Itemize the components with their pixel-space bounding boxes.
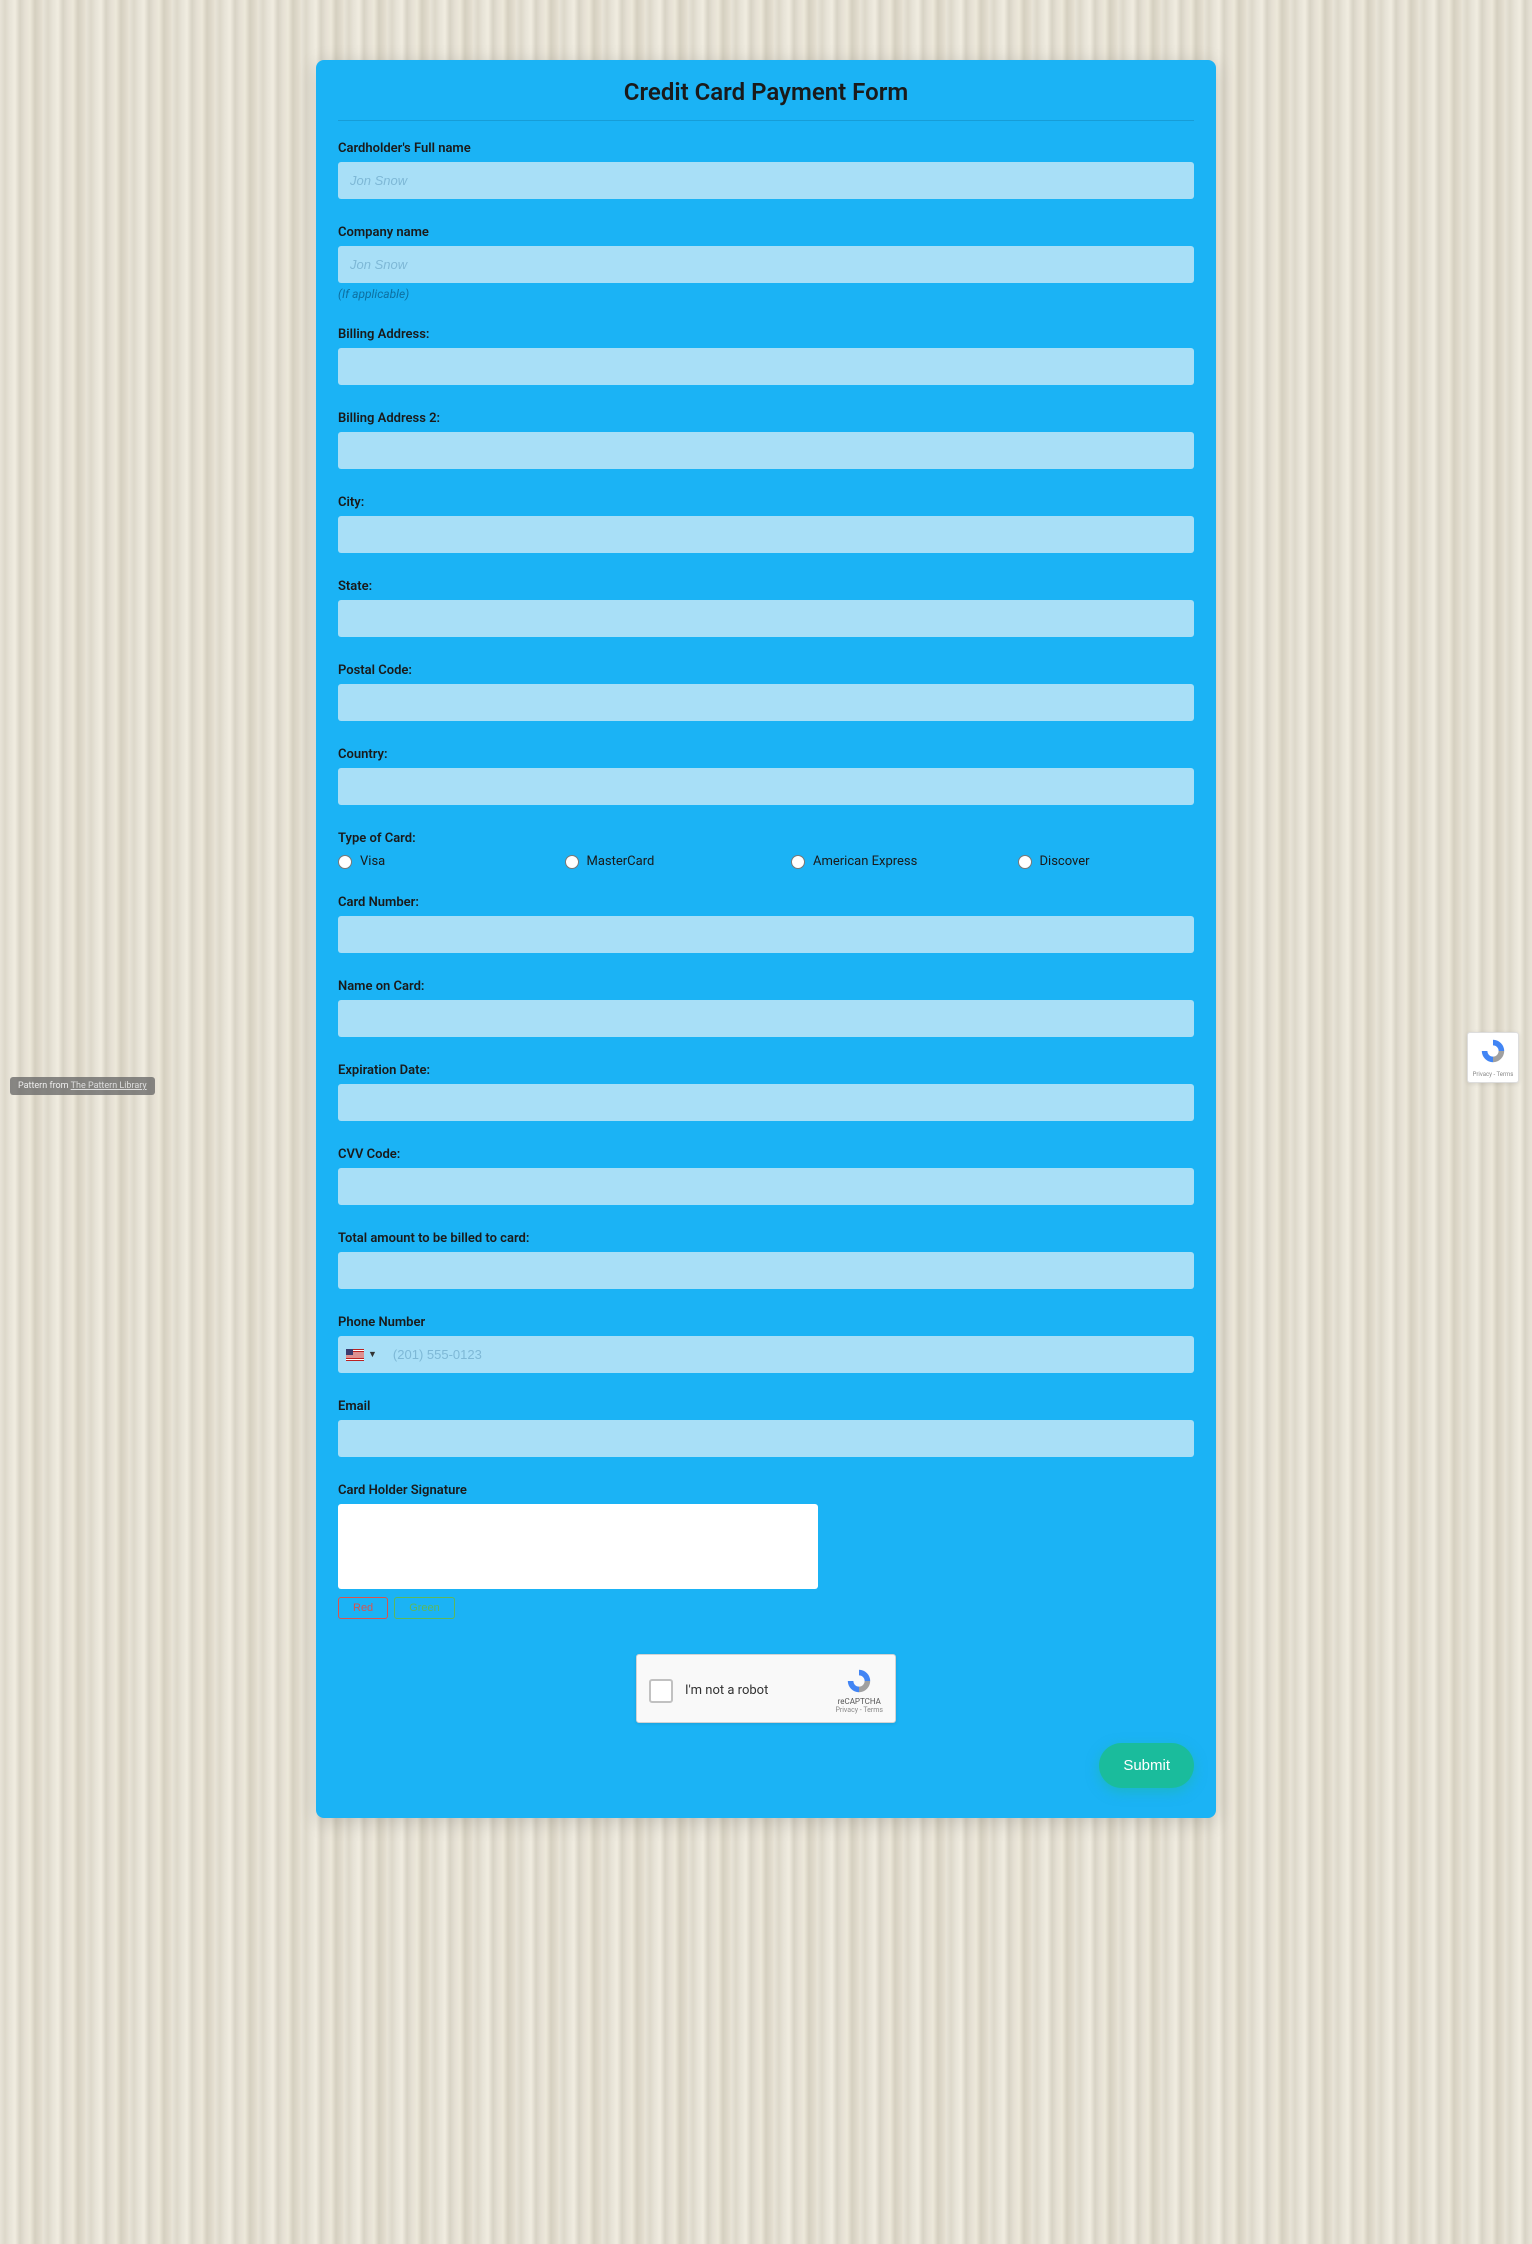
chevron-down-icon: ▼ <box>368 1349 377 1360</box>
signature-red-button[interactable]: Red <box>338 1597 388 1619</box>
recaptcha-checkbox[interactable] <box>649 1679 673 1703</box>
recaptcha-terms: Privacy - Terms <box>835 1706 883 1714</box>
recaptcha-icon <box>1479 1037 1507 1065</box>
cardtype-amex-radio[interactable] <box>791 855 805 869</box>
total-label: Total amount to be billed to card: <box>338 1231 1194 1246</box>
state-input[interactable] <box>338 600 1194 637</box>
company-label: Company name <box>338 225 1194 240</box>
cvv-input[interactable] <box>338 1168 1194 1205</box>
signature-label: Card Holder Signature <box>338 1483 1194 1498</box>
company-hint: (If applicable) <box>338 287 1194 301</box>
signature-canvas[interactable] <box>338 1504 818 1589</box>
city-label: City: <box>338 495 1194 510</box>
cardholder-input[interactable] <box>338 162 1194 199</box>
us-flag-icon <box>346 1349 364 1361</box>
recaptcha-text: I'm not a robot <box>685 1683 835 1698</box>
state-label: State: <box>338 579 1194 594</box>
recaptcha-floating-badge: Privacy - Terms <box>1467 1032 1519 1083</box>
cardtype-discover-label: Discover <box>1040 854 1090 869</box>
cardtype-visa-label: Visa <box>360 854 385 869</box>
cardtype-mastercard-label: MasterCard <box>587 854 655 869</box>
postal-input[interactable] <box>338 684 1194 721</box>
cardtype-discover-radio[interactable] <box>1018 855 1032 869</box>
cardtype-label: Type of Card: <box>338 831 1194 846</box>
phone-country-select[interactable]: ▼ <box>338 1336 385 1373</box>
country-label: Country: <box>338 747 1194 762</box>
billing1-input[interactable] <box>338 348 1194 385</box>
nameoncard-input[interactable] <box>338 1000 1194 1037</box>
submit-button[interactable]: Submit <box>1099 1743 1194 1788</box>
phone-input[interactable] <box>385 1336 1194 1373</box>
billing2-input[interactable] <box>338 432 1194 469</box>
payment-form: Credit Card Payment Form Cardholder's Fu… <box>316 60 1216 1818</box>
phone-label: Phone Number <box>338 1315 1194 1330</box>
email-input[interactable] <box>338 1420 1194 1457</box>
cardnumber-input[interactable] <box>338 916 1194 953</box>
cardtype-visa-radio[interactable] <box>338 855 352 869</box>
country-input[interactable] <box>338 768 1194 805</box>
cardtype-mastercard-radio[interactable] <box>565 855 579 869</box>
form-title: Credit Card Payment Form <box>338 78 1194 121</box>
expiration-input[interactable] <box>338 1084 1194 1121</box>
city-input[interactable] <box>338 516 1194 553</box>
signature-green-button[interactable]: Green <box>394 1597 455 1619</box>
billing2-label: Billing Address 2: <box>338 411 1194 426</box>
billing1-label: Billing Address: <box>338 327 1194 342</box>
total-input[interactable] <box>338 1252 1194 1289</box>
cardholder-label: Cardholder's Full name <box>338 141 1194 156</box>
expiration-label: Expiration Date: <box>338 1063 1194 1078</box>
cardnumber-label: Card Number: <box>338 895 1194 910</box>
postal-label: Postal Code: <box>338 663 1194 678</box>
nameoncard-label: Name on Card: <box>338 979 1194 994</box>
company-input[interactable] <box>338 246 1194 283</box>
email-label: Email <box>338 1399 1194 1414</box>
recaptcha-icon <box>845 1667 873 1695</box>
cardtype-amex-label: American Express <box>813 854 917 869</box>
pattern-credit-badge: Pattern from The Pattern Library <box>10 1077 155 1095</box>
recaptcha-brand: reCAPTCHA <box>838 1697 881 1706</box>
recaptcha-widget: I'm not a robot reCAPTCHA Privacy - Term… <box>636 1654 896 1723</box>
cvv-label: CVV Code: <box>338 1147 1194 1162</box>
pattern-library-link[interactable]: The Pattern Library <box>71 1081 147 1091</box>
